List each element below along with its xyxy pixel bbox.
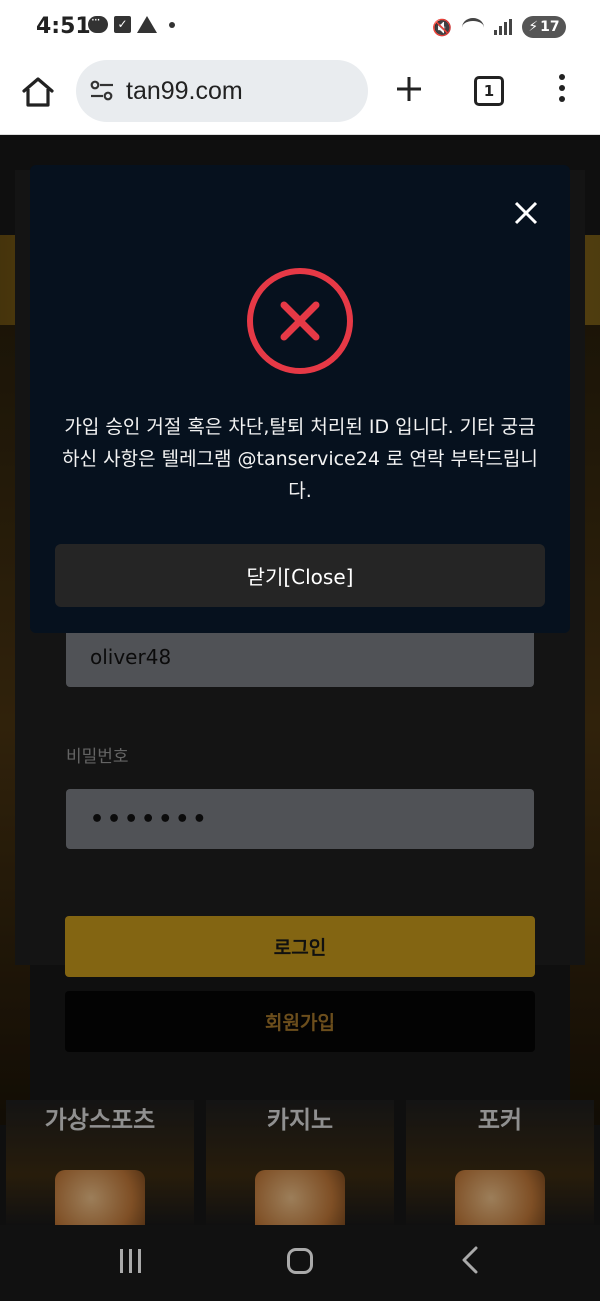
charging-icon: ⚡	[528, 19, 539, 35]
notification-icons: ✓	[88, 13, 175, 33]
error-icon	[247, 268, 353, 374]
home-nav-icon[interactable]	[287, 1248, 313, 1274]
address-bar[interactable]: tan99.com	[76, 60, 368, 122]
checkbox-icon: ✓	[114, 16, 131, 33]
modal-message: 가입 승인 거절 혹은 차단,탈퇴 처리된 ID 입니다. 기타 궁금하신 사항…	[62, 416, 538, 502]
close-icon[interactable]	[514, 201, 538, 225]
url-text: tan99.com	[126, 76, 243, 105]
recents-icon[interactable]	[120, 1249, 146, 1275]
chat-icon	[88, 13, 108, 33]
battery-level: 17	[540, 19, 560, 35]
wifi-icon	[462, 17, 484, 37]
back-icon[interactable]	[458, 1245, 482, 1275]
error-modal: 가입 승인 거절 혹은 차단,탈퇴 처리된 ID 입니다. 기타 궁금하신 사항…	[30, 165, 570, 633]
battery-indicator: ⚡ 17	[522, 16, 566, 38]
system-navigation-bar	[0, 1225, 600, 1301]
status-bar: 4:51 ✓ 🔇 ⚡17	[0, 0, 600, 56]
modal-close-button[interactable]: 닫기[Close]	[55, 544, 545, 607]
site-settings-icon[interactable]	[90, 80, 114, 102]
mute-icon: 🔇	[432, 17, 452, 37]
more-menu-icon[interactable]	[554, 74, 570, 104]
more-notifications-icon	[169, 21, 175, 28]
signal-icon	[494, 19, 512, 35]
warning-icon	[137, 16, 157, 33]
status-time: 4:51	[36, 14, 91, 39]
new-tab-icon[interactable]	[394, 74, 424, 104]
browser-toolbar: tan99.com 1	[0, 56, 600, 135]
tab-switcher-button[interactable]: 1	[474, 76, 504, 106]
system-icons: 🔇 ⚡ 17	[432, 16, 566, 38]
home-icon[interactable]	[20, 74, 56, 110]
